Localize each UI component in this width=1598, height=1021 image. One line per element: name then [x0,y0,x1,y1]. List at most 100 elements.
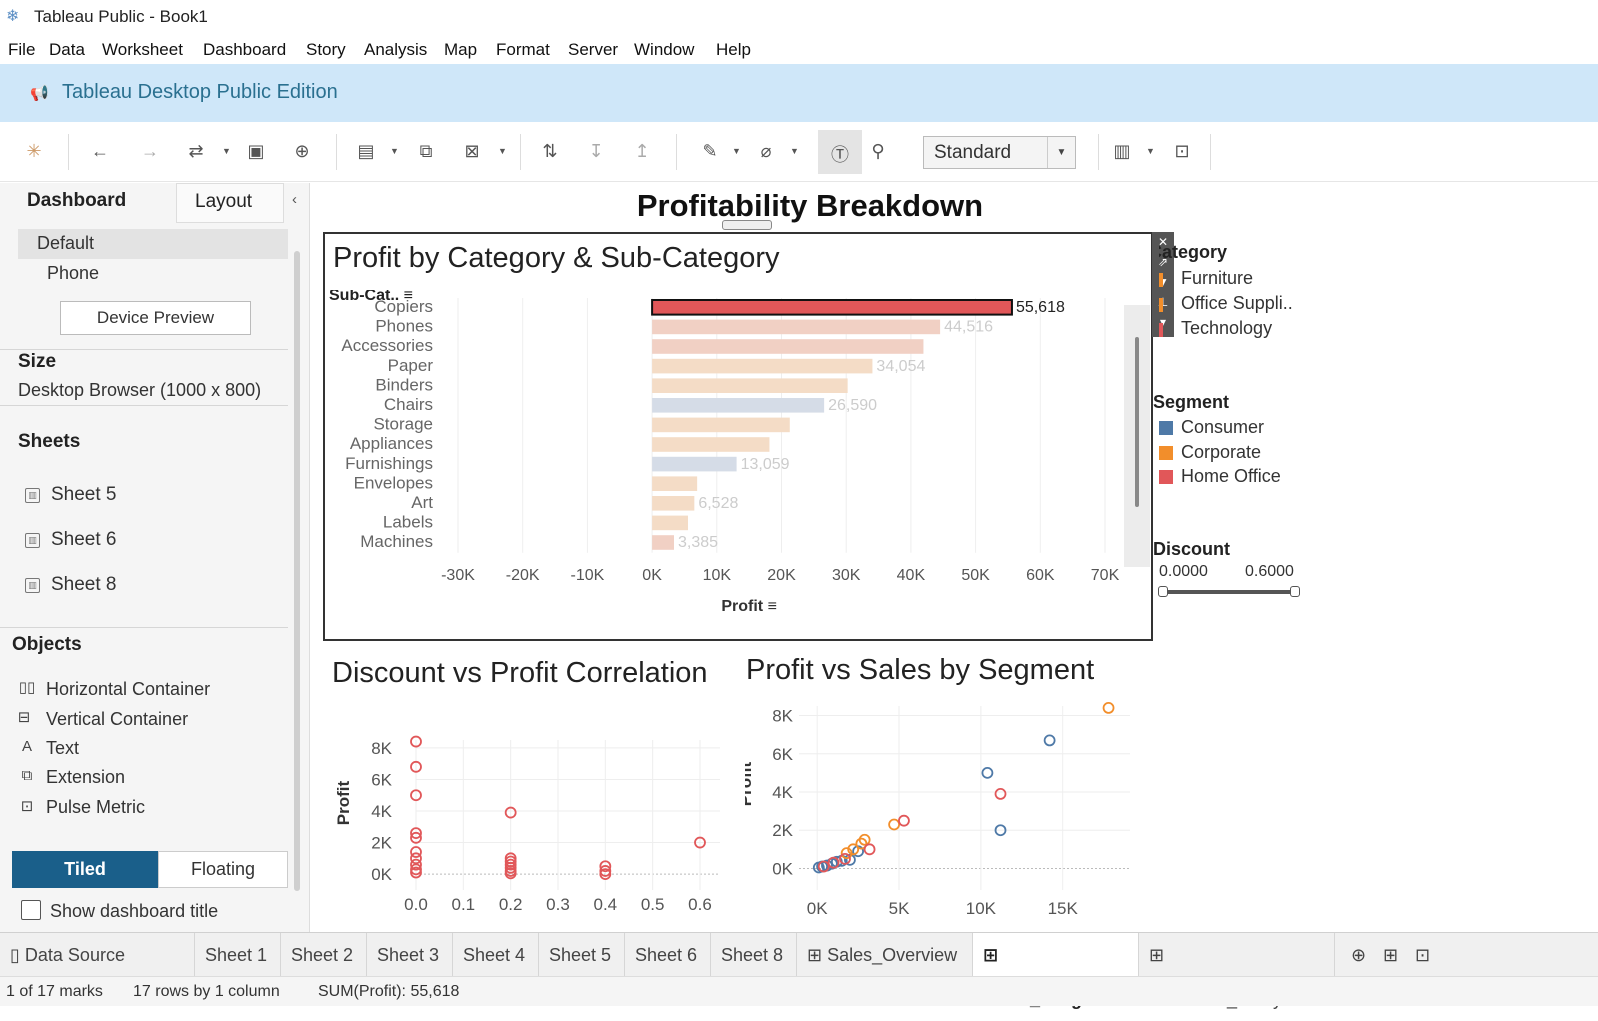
menu-help[interactable]: Help [716,40,751,60]
discount-slider-min-handle[interactable] [1158,586,1168,597]
tab-data-source[interactable]: ▯ Data Source [0,933,195,977]
tab-sheet-4[interactable]: Sheet 4 [453,933,539,977]
pin-icon[interactable]: ⚲ [866,141,890,162]
discount-slider-max-handle[interactable] [1290,586,1300,597]
x-tick-label: 0.6 [688,895,712,914]
sort-descending-icon[interactable]: ↥ [630,141,654,162]
fit-dropdown[interactable]: Standard ▼ [923,136,1076,169]
new-story-icon[interactable]: ⊡ [1405,933,1437,977]
pin-icon[interactable]: ⊥ [1152,292,1174,312]
sheet-tabs-bar: ▯ Data Source Sheet 1 Sheet 2 Sheet 3 Sh… [0,932,1598,1009]
legend-item[interactable]: Office Suppli.. [1181,293,1293,314]
chevron-down-icon[interactable]: ▼ [222,146,231,156]
data-point [1102,702,1115,714]
device-preview-button[interactable]: Device Preview [60,301,251,335]
scrollbar-thumb[interactable] [1135,337,1139,507]
tab-sheet-5[interactable]: Sheet 5 [539,933,625,977]
bar-chart-scrollbar[interactable] [1124,305,1150,567]
size-value[interactable]: Desktop Browser (1000 x 800) [18,380,261,401]
menu-data[interactable]: Data [49,40,85,60]
y-tick-label: 4K [371,802,392,821]
replay-icon[interactable]: ⇄ [184,141,208,162]
filter-icon[interactable]: ▼ [1152,272,1174,292]
save-icon[interactable]: ▣ [244,141,268,162]
chevron-down-icon[interactable]: ▼ [498,146,507,156]
swap-icon[interactable]: ⇅ [538,141,562,162]
show-title-checkbox[interactable] [21,900,41,920]
divider [0,627,288,628]
chevron-down-icon[interactable]: ▼ [1146,146,1155,156]
tab-sales-overview[interactable]: ⊞ Sales_Overview [797,933,973,977]
sheet-item[interactable]: Sheet 8 [51,574,117,596]
chart-title: Profit vs Sales by Segment [746,654,1095,686]
banner-text: Tableau Desktop Public Edition [62,81,338,103]
chevron-down-icon[interactable]: ▼ [1047,137,1075,168]
new-worksheet-icon[interactable]: ▤ [354,141,378,162]
device-phone[interactable]: Phone [47,263,99,284]
move-handle[interactable] [722,220,772,230]
collapse-pane-icon[interactable]: ‹ [292,191,297,208]
menu-map[interactable]: Map [444,40,477,60]
sheet-item[interactable]: Sheet 5 [51,484,117,506]
menu-analysis[interactable]: Analysis [364,40,427,60]
legend-item[interactable]: Technology [1181,318,1272,339]
legend-item[interactable]: Corporate [1181,442,1261,463]
floating-button[interactable]: Floating [158,851,288,888]
data-point [1043,734,1056,747]
attach-icon[interactable]: ⌀ [754,141,778,162]
clear-sheet-icon[interactable]: ⊠ [460,141,484,162]
discount-max: 0.6000 [1245,563,1294,580]
tab-sheet-3[interactable]: Sheet 3 [367,933,453,977]
tableau-logo-icon[interactable]: ✳ [22,141,46,162]
show-title-label: Show dashboard title [50,901,219,921]
object-vertical-container[interactable]: Vertical Container [46,709,188,730]
duplicate-icon[interactable]: ⧉ [414,141,438,162]
tab-customer-analysis[interactable]: ⊞ Customer_Analysis [1139,933,1335,1009]
discount-profit-scatter[interactable]: 8K 6K 4K 2K 0K 0.0 0.1 0.2 0.3 0.4 0.5 0.6 Profit [325,730,735,932]
tab-dashboard[interactable]: Dashboard [0,183,176,223]
presentation-icon[interactable]: ⊡ [1170,141,1194,162]
chevron-down-icon[interactable]: ▼ [732,146,741,156]
tab-layout[interactable]: Layout [176,183,284,223]
new-worksheet-icon[interactable]: ⊕ [1341,933,1373,977]
object-horizontal-container[interactable]: Horizontal Container [46,679,210,700]
pane-scrollbar[interactable] [294,251,300,891]
legend-item[interactable]: Furniture [1181,268,1253,289]
object-text[interactable]: Text [46,738,79,759]
menu-format[interactable]: Format [496,40,550,60]
tab-sheet-8[interactable]: Sheet 8 [711,933,797,977]
sort-ascending-icon[interactable]: ↧ [584,141,608,162]
legend-item[interactable]: Home Office [1181,466,1281,487]
menu-worksheet[interactable]: Worksheet [102,40,183,60]
tab-sheet-1[interactable]: Sheet 1 [195,933,281,977]
redo-icon[interactable]: → [138,141,162,162]
tab-sheet-2[interactable]: Sheet 2 [281,933,367,977]
x-tick-label: 0.5 [641,895,665,914]
menu-story[interactable]: Story [306,40,346,60]
highlight-icon[interactable]: ✎ [698,141,722,162]
menu-window[interactable]: Window [634,40,694,60]
tab-sheet-6[interactable]: Sheet 6 [625,933,711,977]
bar-chart[interactable]: Sub-Cat.. ≡-30K -20K -10K 0K 10K 20K 30K 40K 50K… [325,290,1155,635]
chevron-down-icon[interactable]: ▼ [390,146,399,156]
tab-profit-insights[interactable]: ⊞ Profit_Insights [973,933,1139,1009]
chevron-down-icon[interactable]: ▼ [790,146,799,156]
tiled-button[interactable]: Tiled [12,851,158,888]
device-default[interactable]: Default [37,233,94,254]
undo-icon[interactable]: ← [88,141,112,162]
object-extension[interactable]: Extension [46,767,125,788]
more-options-icon[interactable]: ▾ [1152,312,1174,332]
new-datasource-icon[interactable]: ⊕ [290,141,314,162]
profit-sales-scatter[interactable]: 8K 6K 4K 2K 0K 0K 5K 10K 15K Profit [745,700,1145,932]
menu-file[interactable]: File [8,40,35,60]
menu-dashboard[interactable]: Dashboard [203,40,286,60]
show-me-icon[interactable]: ▥ [1110,141,1134,162]
object-pulse-metric[interactable]: Pulse Metric [46,797,145,818]
labels-icon[interactable]: Ⓣ [828,141,852,167]
sheet-item[interactable]: Sheet 6 [51,529,117,551]
database-icon: ▯ [10,945,25,965]
legend-item[interactable]: Consumer [1181,417,1264,438]
new-dashboard-icon[interactable]: ⊞ [1373,933,1405,977]
menu-server[interactable]: Server [568,40,618,60]
discount-slider-track[interactable] [1162,590,1296,594]
